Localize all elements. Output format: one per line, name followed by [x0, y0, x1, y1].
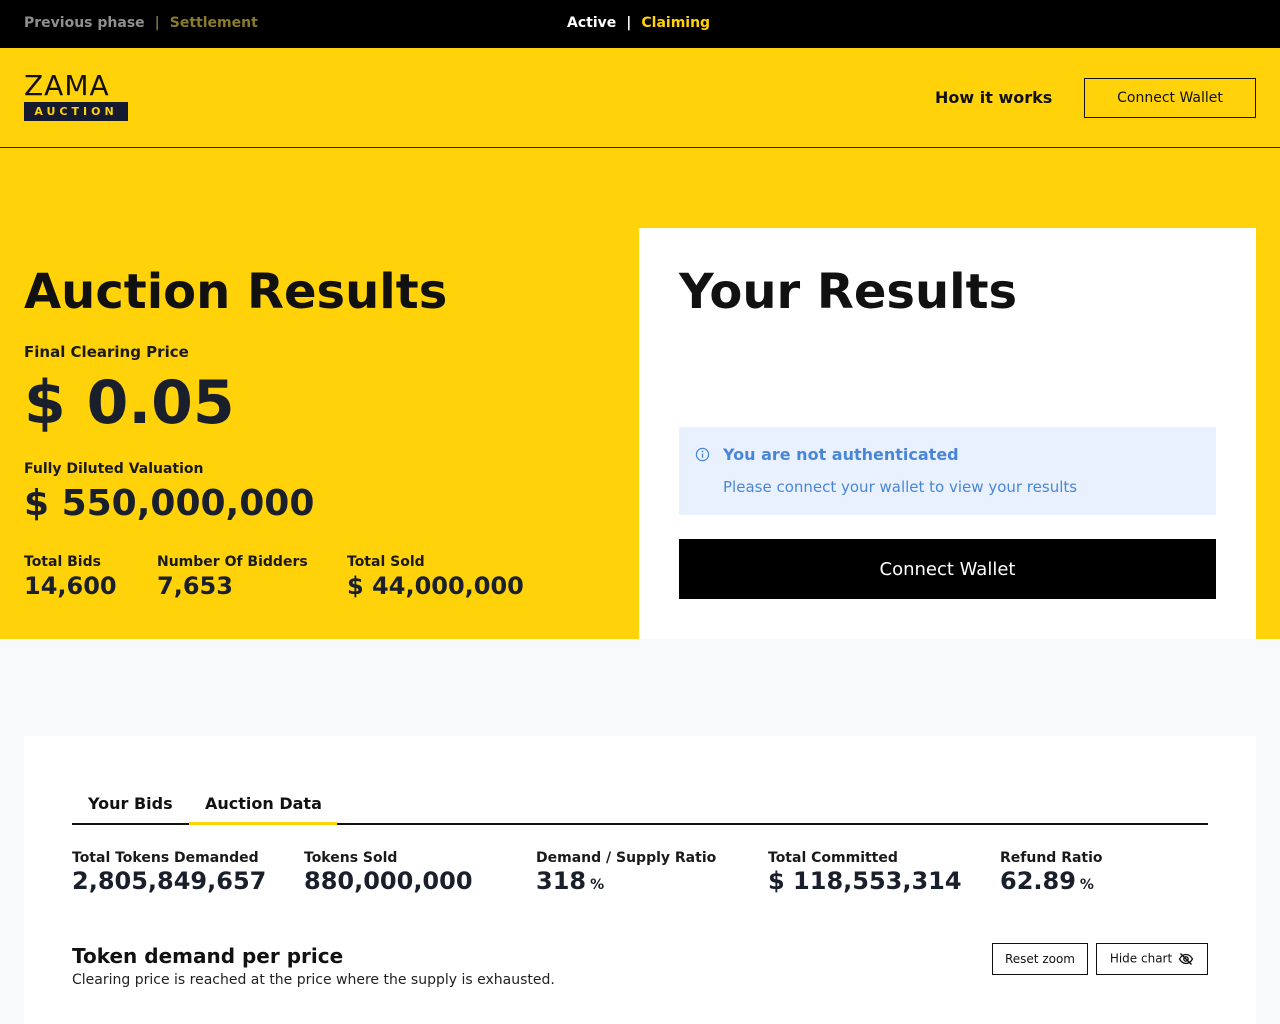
current-phase: Active | Claiming: [567, 15, 710, 31]
auction-data-panel: Your Bids Auction Data Total Tokens Dema…: [24, 736, 1256, 1024]
metric-demand-supply-ratio: Demand / Supply Ratio 318%: [536, 850, 716, 895]
how-it-works-link[interactable]: How it works: [935, 88, 1052, 107]
stat-value: 14,600: [24, 572, 117, 600]
phase-bar: Previous phase | Settlement Active | Claimin…: [0, 0, 1280, 48]
not-authenticated-alert: You are not authenticated Please connect…: [679, 427, 1216, 515]
chart-subtitle: Clearing price is reached at the price w…: [72, 972, 555, 988]
stat-total-bids: Total Bids 14,600: [24, 554, 117, 600]
zama-auction-logo[interactable]: ZAMA AUCTION: [24, 69, 128, 121]
metric-total-tokens-demanded: Total Tokens Demanded 2,805,849,657: [72, 850, 266, 895]
tab-auction-data[interactable]: Auction Data: [189, 786, 337, 825]
metric-label: Refund Ratio: [1000, 850, 1103, 866]
logo-tag: AUCTION: [24, 102, 128, 121]
metric-value: 880,000,000: [304, 867, 473, 895]
your-results-card: Your Results You are not authenticated P…: [639, 228, 1256, 639]
eye-off-icon: [1178, 953, 1194, 965]
metric-unit: %: [590, 877, 605, 893]
current-phase-name: Claiming: [641, 15, 711, 31]
reset-zoom-button[interactable]: Reset zoom: [992, 943, 1088, 975]
stat-total-sold: Total Sold $ 44,000,000: [347, 554, 524, 600]
alert-title: You are not authenticated: [723, 445, 959, 464]
metric-unit: %: [1079, 877, 1094, 893]
metric-label: Total Committed: [768, 850, 898, 866]
tab-bar: Your Bids Auction Data: [72, 786, 1208, 825]
stat-number-of-bidders: Number Of Bidders 7,653: [157, 554, 308, 600]
chart-title: Token demand per price: [72, 944, 344, 968]
auction-results-title: Auction Results: [24, 264, 448, 320]
logo-wordmark: ZAMA: [24, 69, 110, 102]
alert-message: Please connect your wallet to view your …: [723, 478, 1078, 496]
metric-number: 62.89: [1000, 867, 1076, 895]
clearing-price-value: $ 0.05: [24, 368, 235, 438]
stat-label: Number Of Bidders: [157, 554, 308, 570]
hide-chart-label: Hide chart: [1109, 951, 1173, 966]
tab-your-bids[interactable]: Your Bids: [72, 786, 189, 825]
phase-separator: |: [626, 15, 632, 31]
metric-number: 880,000,000: [304, 867, 473, 895]
previous-phase-label: Previous phase: [24, 15, 145, 31]
metric-value: 62.89%: [1000, 867, 1103, 895]
metric-value: 2,805,849,657: [72, 867, 266, 895]
connect-wallet-button[interactable]: Connect Wallet: [679, 539, 1216, 599]
previous-phase-name: Settlement: [169, 15, 258, 31]
metric-tokens-sold: Tokens Sold 880,000,000: [304, 850, 473, 895]
your-results-title: Your Results: [679, 264, 1018, 320]
metric-number: $ 118,553,314: [768, 867, 962, 895]
header-connect-wallet-button[interactable]: Connect Wallet: [1084, 78, 1256, 118]
metric-total-committed: Total Committed $ 118,553,314: [768, 850, 962, 895]
metric-number: 318: [536, 867, 587, 895]
stat-label: Total Sold: [347, 554, 425, 570]
fdv-label: Fully Diluted Valuation: [24, 461, 204, 477]
clearing-price-label: Final Clearing Price: [24, 343, 189, 361]
phase-separator: |: [154, 15, 160, 31]
metric-label: Demand / Supply Ratio: [536, 850, 717, 866]
fdv-value: $ 550,000,000: [24, 483, 315, 524]
stat-label: Total Bids: [24, 554, 101, 570]
metric-label: Total Tokens Demanded: [72, 850, 259, 866]
stat-value: 7,653: [157, 572, 233, 600]
metric-number: 2,805,849,657: [72, 867, 267, 895]
metric-value: $ 118,553,314: [768, 867, 962, 895]
stat-value: $ 44,000,000: [347, 572, 524, 600]
site-header: ZAMA AUCTION How it works Connect Wallet: [0, 48, 1280, 148]
current-phase-label: Active: [567, 15, 617, 31]
info-icon: [695, 447, 710, 462]
previous-phase: Previous phase | Settlement: [24, 15, 258, 31]
metric-refund-ratio: Refund Ratio 62.89%: [1000, 850, 1103, 895]
metric-label: Tokens Sold: [304, 850, 398, 866]
hide-chart-button[interactable]: Hide chart: [1096, 943, 1208, 975]
metric-value: 318%: [536, 867, 716, 895]
